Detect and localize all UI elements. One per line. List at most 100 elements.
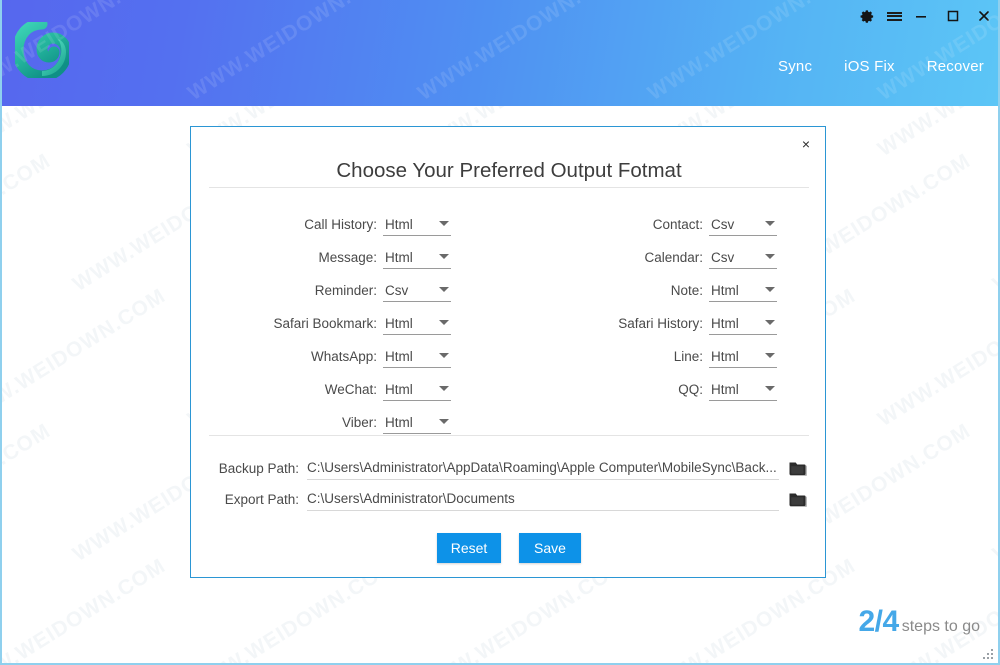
format-right-select-0[interactable]: Csv: [709, 217, 777, 236]
format-left-select-2[interactable]: Csv: [383, 283, 451, 302]
format-left-value-4: Html: [385, 349, 413, 364]
format-right-select-3[interactable]: Html: [709, 316, 777, 335]
format-right-value-4: Html: [711, 349, 739, 364]
hamburger-menu-icon[interactable]: [883, 5, 905, 27]
watermark-text: WWW.WEIDOWN.COM: [874, 106, 998, 162]
format-row: QQ: Html: [509, 368, 827, 401]
path-label-1: Export Path:: [224, 492, 299, 507]
format-left-label-1: Message:: [318, 250, 377, 265]
minimize-icon[interactable]: [910, 5, 932, 27]
format-left-select-1[interactable]: Html: [383, 250, 451, 269]
app-logo-icon: [12, 18, 72, 82]
dialog-close-icon[interactable]: ×: [795, 133, 817, 155]
nav-item-recover[interactable]: Recover: [927, 58, 984, 75]
chevron-down-icon: [439, 254, 449, 259]
format-row: Line: Html: [509, 335, 827, 368]
path-input-0[interactable]: C:\Users\Administrator\AppData\Roaming\A…: [307, 460, 779, 480]
format-left-label-4: WhatsApp:: [310, 349, 377, 364]
format-row: Note: Html: [509, 269, 827, 302]
format-right-value-2: Html: [711, 283, 739, 298]
format-row: Viber: Html: [191, 401, 509, 434]
path-label-0: Backup Path:: [218, 461, 299, 476]
format-left-select-0[interactable]: Html: [383, 217, 451, 236]
path-row: Export Path: C:\Users\Administrator\Docum…: [191, 480, 827, 511]
format-left-value-3: Html: [385, 316, 413, 331]
chevron-down-icon: [765, 320, 775, 325]
format-row: Safari Bookmark: Html: [191, 302, 509, 335]
chevron-down-icon: [765, 221, 775, 226]
format-right-select-4[interactable]: Html: [709, 349, 777, 368]
close-icon[interactable]: [973, 5, 995, 27]
chevron-down-icon: [765, 287, 775, 292]
maximize-icon[interactable]: [942, 5, 964, 27]
watermark-text: WWW.WEIDOWN.COM: [2, 106, 170, 162]
resize-grip[interactable]: [983, 649, 993, 659]
chevron-down-icon: [765, 353, 775, 358]
chevron-down-icon: [439, 386, 449, 391]
format-row: WeChat: Html: [191, 368, 509, 401]
folder-icon[interactable]: [789, 460, 809, 478]
format-left-label-5: WeChat:: [324, 382, 377, 397]
watermark-text: WWW.WEIDOWN.COM: [988, 419, 1000, 566]
chevron-down-icon: [439, 221, 449, 226]
format-right-label-4: Line:: [673, 349, 703, 364]
format-right-value-3: Html: [711, 316, 739, 331]
path-input-1[interactable]: C:\Users\Administrator\Documents: [307, 491, 779, 511]
format-right-select-2[interactable]: Html: [709, 283, 777, 302]
chevron-down-icon: [439, 287, 449, 292]
chevron-down-icon: [439, 419, 449, 424]
watermark-text: WWW.WEIDOWN.COM: [988, 149, 1000, 296]
format-right-select-1[interactable]: Csv: [709, 250, 777, 269]
steps-count: 2/4: [858, 605, 900, 638]
watermark-text: WWW.WEIDOWN.COM: [183, 0, 400, 105]
watermark-layer-header: WWW.WEIDOWN.COM WWW.WEIDOWN.COM WWW.WEIDOW…: [2, 0, 998, 106]
dialog-actions: Reset Save: [191, 533, 827, 563]
format-left-select-3[interactable]: Html: [383, 316, 451, 335]
format-left-label-3: Safari Bookmark:: [273, 316, 377, 331]
save-button[interactable]: Save: [519, 533, 581, 563]
format-left-value-1: Html: [385, 250, 413, 265]
format-row: Safari History: Html: [509, 302, 827, 335]
format-left-label-6: Viber:: [341, 415, 377, 430]
format-left-value-2: Csv: [385, 283, 409, 298]
application-window: WWW.WEIDOWN.COM WWW.WEIDOWN.COM WWW.WEIDOW…: [0, 0, 1000, 665]
watermark-text: WWW.WEIDOWN.COM: [2, 419, 55, 566]
watermark-text: WWW.WEIDOWN.COM: [2, 149, 55, 296]
format-row: Message: Html: [191, 236, 509, 269]
watermark-text: WWW.WEIDOWN.COM: [643, 0, 860, 105]
divider-top: [209, 187, 809, 188]
format-left-select-4[interactable]: Html: [383, 349, 451, 368]
format-row: Reminder: Csv: [191, 269, 509, 302]
folder-icon[interactable]: [789, 491, 809, 509]
chevron-down-icon: [765, 254, 775, 259]
reset-button[interactable]: Reset: [437, 533, 501, 563]
format-left-select-5[interactable]: Html: [383, 382, 451, 401]
path-section: Backup Path: C:\Users\Administrator\AppDa…: [191, 449, 827, 511]
watermark-text: WWW.WEIDOWN.COM: [2, 284, 170, 431]
format-left-select-6[interactable]: Html: [383, 415, 451, 434]
format-right-label-3: Safari History:: [618, 316, 703, 331]
divider-bottom: [209, 435, 809, 436]
nav-item-ios-fix[interactable]: iOS Fix: [844, 58, 895, 75]
format-right-value-1: Csv: [711, 250, 735, 265]
app-header: WWW.WEIDOWN.COM WWW.WEIDOWN.COM WWW.WEIDOW…: [2, 0, 998, 106]
format-row: Calendar: Csv: [509, 236, 827, 269]
format-row: Contact: Csv: [509, 203, 827, 236]
format-column-right: Contact: Csv Calendar: Csv Note: Html Safari H…: [509, 203, 827, 401]
format-left-label-2: Reminder:: [314, 283, 377, 298]
steps-indicator: 2/4 steps to go: [859, 605, 981, 639]
chevron-down-icon: [439, 353, 449, 358]
dialog-title: Choose Your Preferred Output Fotmat: [336, 159, 682, 182]
watermark-text: WWW.WEIDOWN.COM: [2, 554, 170, 665]
main-nav: Sync iOS Fix Recover: [778, 58, 984, 75]
gear-icon[interactable]: [856, 5, 878, 27]
format-right-label-5: QQ:: [678, 382, 703, 397]
chevron-down-icon: [765, 386, 775, 391]
format-row: Call History: Html: [191, 203, 509, 236]
nav-item-sync[interactable]: Sync: [778, 58, 812, 75]
format-right-select-5[interactable]: Html: [709, 382, 777, 401]
format-row: WhatsApp: Html: [191, 335, 509, 368]
watermark-text: WWW.WEIDOWN.COM: [873, 284, 1000, 431]
format-right-value-0: Csv: [711, 217, 735, 232]
format-left-label-0: Call History:: [304, 217, 377, 232]
